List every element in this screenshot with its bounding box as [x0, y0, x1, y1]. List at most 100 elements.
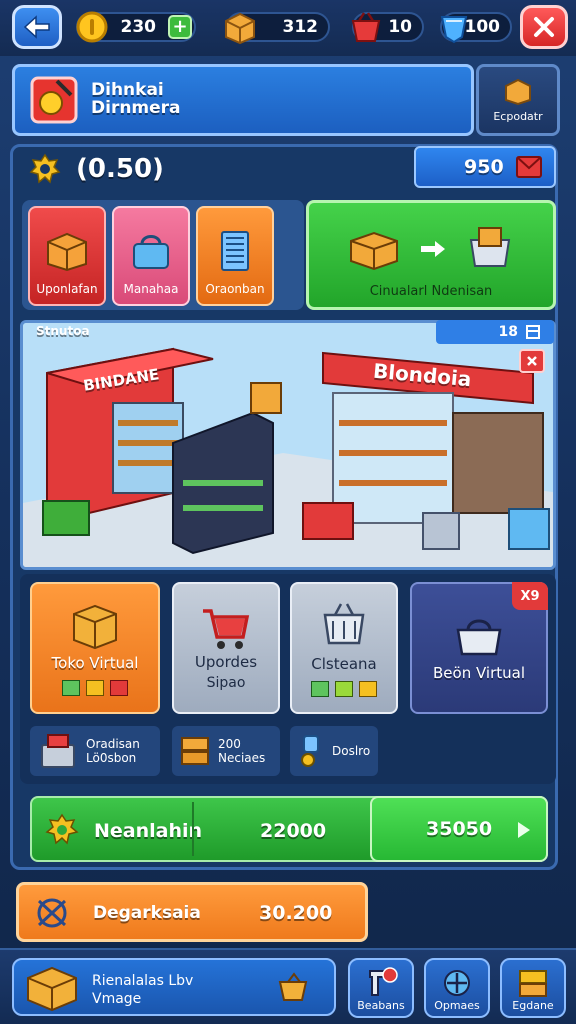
header-title-line2: Dirnmera — [91, 98, 181, 118]
basket-count: 10 — [388, 17, 412, 37]
close-icon — [527, 356, 537, 366]
item-icon — [110, 680, 128, 696]
window-icon — [526, 325, 540, 339]
store-illustration — [23, 323, 553, 567]
mini-line2-1: Lö0sbon — [86, 751, 137, 765]
bottom-button-label-1: Beabans — [357, 999, 405, 1012]
crate-icon — [73, 604, 117, 650]
orange-bar-label: Degarksaia — [93, 903, 201, 923]
bottom-button-label-2: Opmaes — [434, 999, 480, 1012]
close-icon — [534, 17, 554, 37]
bottom-button-1[interactable]: Beabans — [348, 958, 414, 1018]
header-panel: Dihnkai Dirnmera — [12, 64, 474, 136]
card-label-3: Clsteana — [311, 655, 377, 673]
header-side-button[interactable]: Ecpodatr — [476, 64, 560, 136]
card-beon-virtual[interactable]: Beön Virtual X9 — [410, 582, 548, 714]
gem-counter: 100 — [440, 12, 512, 44]
card-label-2: Upordes — [194, 653, 258, 671]
header-side-label: Ecpodatr — [493, 110, 543, 123]
green-bar-action[interactable]: 35050 — [370, 796, 548, 862]
convert-label: Cinualarl Ndenisan — [369, 284, 493, 299]
arrow-left-icon — [23, 15, 50, 39]
bottom-button-label-3: Egdane — [512, 999, 554, 1012]
basket-counter: 10 — [351, 12, 424, 42]
cart-icon — [469, 227, 511, 267]
card-upgrades[interactable]: Upordes Sipao — [172, 582, 280, 714]
bottom-button-2[interactable]: Opmaes — [424, 958, 490, 1018]
item-icon — [62, 680, 80, 696]
basket-icon — [323, 603, 365, 645]
green-bar-value1: 22000 — [260, 820, 327, 842]
mini-item-1[interactable]: Oradisan Lö0sbon — [30, 726, 160, 776]
category-label-1: Uponlafan — [36, 282, 98, 296]
crate-stack-icon — [181, 737, 209, 765]
box-count: 312 — [282, 17, 319, 37]
orange-bar[interactable]: Degarksaia 30.200 — [16, 882, 368, 942]
card-label-4: Beön Virtual — [433, 664, 525, 682]
card-badge: X9 — [512, 582, 548, 610]
key-icon — [301, 735, 319, 767]
item-icon — [86, 680, 104, 696]
divider — [192, 802, 194, 856]
item-icon — [335, 681, 353, 697]
compass-icon — [37, 898, 67, 928]
mail-icon — [516, 156, 542, 178]
stat-value: (0.50) — [76, 154, 164, 184]
basket-icon — [351, 12, 381, 42]
gear-icon — [29, 153, 61, 184]
category-label-3: Oraonban — [205, 282, 265, 296]
mini-item-3[interactable]: Doslro — [290, 726, 378, 776]
crate-icon — [47, 232, 87, 272]
header-title-line1: Dihnkai — [91, 80, 164, 100]
arrow-right-icon — [421, 241, 445, 257]
back-button[interactable] — [12, 5, 62, 49]
coin-icon — [76, 11, 108, 43]
bottom-wide-line1: Rienalalas Lbv — [92, 973, 194, 989]
category-tile-2[interactable]: Manahaa — [112, 206, 190, 306]
bottom-wide-line2: Vmage — [92, 991, 142, 1007]
card-toko-virtual[interactable]: Toko Virtual — [30, 582, 160, 714]
shop-badge-icon — [30, 76, 78, 124]
boxes-icon — [519, 970, 547, 997]
crate-icon — [350, 231, 398, 271]
scene-badge-count: 18 — [498, 324, 518, 340]
gem-icon — [440, 16, 468, 44]
cursor-icon — [369, 967, 398, 996]
value-box[interactable]: 950 — [414, 146, 556, 188]
cart-icon — [203, 609, 250, 649]
store-scene: BINDANE Blondoia — [20, 320, 556, 570]
mini-line1-3: Doslro — [332, 744, 371, 758]
category-label-2: Manahaa — [123, 282, 179, 296]
mini-item-2[interactable]: 200 Neciaes — [172, 726, 280, 776]
green-bar-value2: 35050 — [426, 818, 493, 840]
mini-line2-2: Neciaes — [218, 751, 266, 765]
bottom-main-button[interactable]: Rienalalas Lbv Vmage — [12, 958, 336, 1016]
scene-label: Stnutoa — [36, 324, 90, 338]
compass-icon — [444, 970, 470, 996]
category-tile-1[interactable]: Uponlafan — [28, 206, 106, 306]
scene-badge: 18 — [436, 320, 554, 344]
card-clsteana[interactable]: Clsteana — [290, 582, 398, 714]
cart-icon — [278, 972, 308, 1001]
convert-button[interactable]: Cinualarl Ndenisan — [306, 200, 556, 310]
basket-icon — [456, 619, 502, 656]
coin-counter: 230 + — [76, 11, 196, 43]
category-tile-3[interactable]: Oraonban — [196, 206, 274, 306]
building-icon — [221, 231, 249, 271]
green-bar-label: Neanlahin — [94, 820, 203, 842]
crate-icon — [27, 966, 77, 1012]
box-counter: 312 — [225, 12, 330, 45]
add-coins-button[interactable]: + — [168, 15, 192, 39]
play-icon — [518, 822, 530, 838]
package-icon — [505, 78, 531, 106]
cash-register-icon — [41, 734, 75, 768]
bottom-button-3[interactable]: Egdane — [500, 958, 566, 1018]
box-icon — [225, 12, 255, 45]
coin-count: 230 — [120, 17, 157, 37]
orange-bar-value: 30.200 — [259, 902, 333, 924]
scene-close-button[interactable] — [519, 349, 545, 373]
bag-icon — [133, 235, 169, 269]
card-items-3 — [311, 681, 377, 697]
close-button[interactable] — [520, 5, 568, 49]
mini-line1-1: Oradisan — [86, 737, 140, 751]
